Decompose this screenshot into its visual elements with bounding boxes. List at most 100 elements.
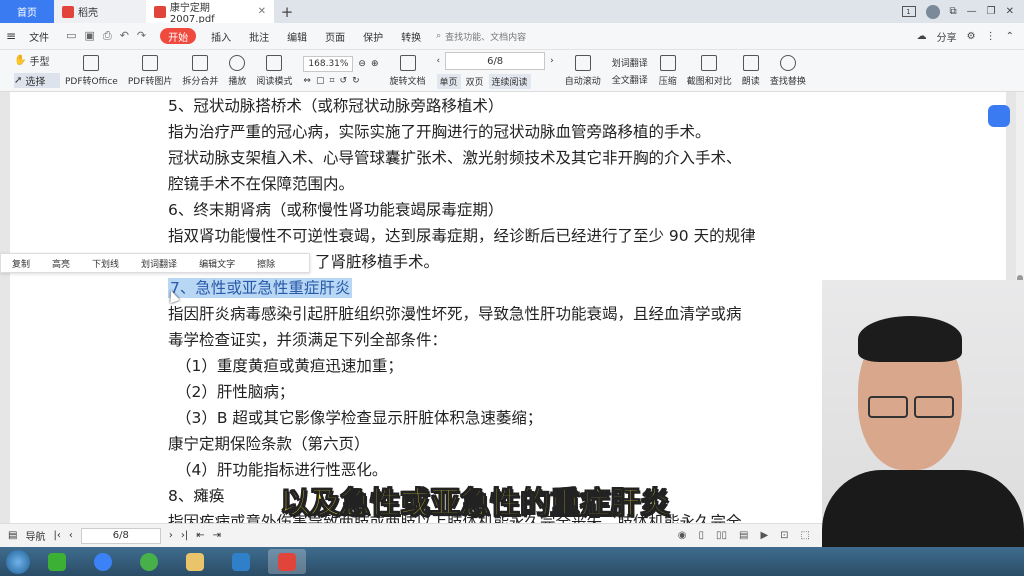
menu-protect[interactable]: 保护 xyxy=(354,23,392,50)
more-icon[interactable]: ⋮ xyxy=(986,31,996,42)
restore-icon[interactable]: ⧉ xyxy=(950,6,957,17)
menu-annotate[interactable]: 批注 xyxy=(240,23,278,50)
ctx-copy[interactable]: 复制 xyxy=(1,257,41,270)
nav-panel-icon[interactable]: ▤ xyxy=(8,530,17,541)
read-aloud-button[interactable]: 朗读 xyxy=(737,51,765,91)
menu-insert[interactable]: 插入 xyxy=(202,23,240,50)
menu-file[interactable]: 文件 xyxy=(20,23,58,50)
text-selection-highlight[interactable]: 7、急性或亚急性重症肝炎 xyxy=(168,278,353,298)
prev-page-status-icon[interactable]: ‹ xyxy=(69,530,73,541)
taskbar-remote[interactable] xyxy=(222,549,260,574)
close-tab-icon[interactable]: ✕ xyxy=(258,6,266,17)
doc-line[interactable]: 了肾脏移植手术。 xyxy=(315,250,439,272)
continuous-read-button[interactable]: 连续阅读 xyxy=(488,74,531,89)
auto-scroll-button[interactable]: 自动滚动 xyxy=(560,51,606,91)
doc-line[interactable]: 康宁定期保险条款（第六页） xyxy=(168,432,370,454)
fit-page-status-icon[interactable]: ⊡ xyxy=(780,530,788,541)
pdf-to-image-button[interactable]: PDF转图片 xyxy=(123,51,178,91)
find-replace-button[interactable]: 查找替换 xyxy=(765,51,811,91)
screenshot-compare-button[interactable]: 截图和对比 xyxy=(682,51,737,91)
folder-icon[interactable]: ▭ xyxy=(66,29,76,43)
next-page-status-icon[interactable]: › xyxy=(169,530,173,541)
print-icon[interactable]: ⎙ xyxy=(103,29,112,43)
doc-line[interactable]: （1）重度黄疸或黄疸迅速加重； xyxy=(176,354,403,376)
play-button[interactable]: 播放 xyxy=(223,51,251,91)
settings-icon[interactable]: ⚙ xyxy=(967,31,976,42)
rotate-right-icon[interactable]: ↻ xyxy=(352,76,360,86)
doc-line[interactable]: 指因肝炎病毒感染引起肝脏组织弥漫性坏死，导致急性肝功能衰竭，且经血清学或病 xyxy=(168,302,742,324)
save-icon[interactable]: ▣ xyxy=(84,29,94,43)
first-page-icon[interactable]: |‹ xyxy=(53,530,60,541)
doc-line[interactable]: 毒学检查证实，并须满足下列全部条件： xyxy=(168,328,447,350)
compress-button[interactable]: 压缩 xyxy=(654,51,682,91)
fit-icon[interactable]: ⇤ xyxy=(196,530,204,541)
tab-home[interactable]: 首页 xyxy=(0,0,54,23)
undo-icon[interactable]: ↶ xyxy=(120,29,129,43)
prev-page-icon[interactable]: ‹ xyxy=(437,56,441,66)
taskbar-baidu[interactable] xyxy=(84,549,122,574)
taskbar-explorer[interactable] xyxy=(176,549,214,574)
taskbar-wechat[interactable] xyxy=(38,549,76,574)
floating-assistant-button[interactable] xyxy=(988,105,1010,127)
workspace-icon[interactable]: 1 xyxy=(901,6,916,17)
search-box[interactable]: ⌕ 查找功能、文档内容 xyxy=(436,30,526,43)
doc-line[interactable]: 腔镜手术不在保障范围内。 xyxy=(168,172,354,194)
crop-status-icon[interactable]: ⬚ xyxy=(801,530,810,541)
fit-width-icon[interactable]: ⇔ xyxy=(303,76,311,86)
ctx-highlight[interactable]: 高亮 xyxy=(41,257,81,270)
double-view-icon[interactable]: ▯▯ xyxy=(716,530,727,541)
page-number-input[interactable]: 6/8 xyxy=(445,52,546,70)
redo-icon[interactable]: ↷ xyxy=(137,29,146,43)
crop-icon[interactable]: ⌗ xyxy=(329,76,334,86)
collapse-icon[interactable]: ⌃ xyxy=(1006,31,1014,42)
ctx-translate[interactable]: 划词翻译 xyxy=(130,257,188,270)
nav-panel-button[interactable]: 导航 xyxy=(25,528,45,543)
minimize-icon[interactable]: — xyxy=(967,6,977,17)
taskbar-360[interactable] xyxy=(130,549,168,574)
next-page-icon[interactable]: › xyxy=(550,56,554,66)
read-mode-button[interactable]: 阅读模式 xyxy=(251,51,297,91)
doc-line[interactable]: （4）肝功能指标进行性恶化。 xyxy=(176,458,387,480)
word-translate-button[interactable]: 划词翻译 xyxy=(612,56,648,69)
user-avatar[interactable] xyxy=(925,4,940,19)
taskbar-wps[interactable] xyxy=(268,549,306,574)
doc-line[interactable]: 5、冠状动脉搭桥术（或称冠状动脉旁路移植术） xyxy=(168,94,503,116)
rotate-document-button[interactable]: 旋转文档 xyxy=(385,51,431,91)
maximize-icon[interactable]: ❐ xyxy=(987,6,996,17)
split-merge-button[interactable]: 拆分合并 xyxy=(177,51,223,91)
ctx-underline[interactable]: 下划线 xyxy=(81,257,130,270)
single-view-icon[interactable]: ▯ xyxy=(698,530,704,541)
close-window-icon[interactable]: ✕ xyxy=(1006,6,1014,17)
doc-line[interactable]: 6、终末期肾病（或称慢性肾功能衰竭尿毒症期） xyxy=(168,198,503,220)
rotate-left-icon[interactable]: ↺ xyxy=(340,76,348,86)
double-page-button[interactable]: 双页 xyxy=(466,75,484,88)
start-button[interactable] xyxy=(6,549,30,574)
tab-docer[interactable]: 稻壳 xyxy=(54,0,146,23)
doc-line[interactable]: 8、瘫痪 xyxy=(168,484,224,506)
fit-page-icon[interactable]: ▢ xyxy=(316,76,325,86)
pdf-to-office-button[interactable]: PDF转Office xyxy=(60,51,123,91)
hand-tool[interactable]: ✋ 手型 xyxy=(14,53,60,68)
cloud-icon[interactable]: ☁ xyxy=(917,31,927,42)
ctx-erase[interactable]: 擦除 xyxy=(246,257,286,270)
menu-start[interactable]: 开始 xyxy=(160,28,197,44)
new-tab-button[interactable]: + xyxy=(274,0,300,23)
book-view-icon[interactable]: ▤ xyxy=(739,530,748,541)
menu-convert[interactable]: 转换 xyxy=(392,23,430,50)
play-status-icon[interactable]: ▶ xyxy=(760,530,768,541)
zoom-input[interactable]: 168.31% xyxy=(303,55,354,72)
menu-page[interactable]: 页面 xyxy=(316,23,354,50)
share-button[interactable]: 分享 xyxy=(937,29,957,44)
doc-line[interactable]: 指为治疗严重的冠心病，实际实施了开胸进行的冠状动脉血管旁路移植的手术。 xyxy=(168,120,711,142)
last-page-icon[interactable]: ›| xyxy=(181,530,188,541)
zoom-out-icon[interactable]: ⊖ xyxy=(358,59,366,69)
eye-icon[interactable]: ◉ xyxy=(678,530,687,541)
expand-icon[interactable]: ⇥ xyxy=(213,530,221,541)
select-tool[interactable]: ➚ 选择 xyxy=(14,73,60,88)
doc-line[interactable]: 冠状动脉支架植入术、心导管球囊扩张术、激光射频技术及其它非开胸的介入手术、 xyxy=(168,146,742,168)
tab-pdf-document[interactable]: 康宁定期2007.pdf ✕ xyxy=(146,0,274,25)
zoom-in-icon[interactable]: ⊕ xyxy=(371,59,379,69)
ctx-edit-text[interactable]: 编辑文字 xyxy=(188,257,246,270)
doc-line[interactable]: （2）肝性脑病； xyxy=(176,380,294,402)
doc-line[interactable]: 指双肾功能慢性不可逆性衰竭，达到尿毒症期，经诊断后已经进行了至少 90 天的规律 xyxy=(168,224,756,246)
